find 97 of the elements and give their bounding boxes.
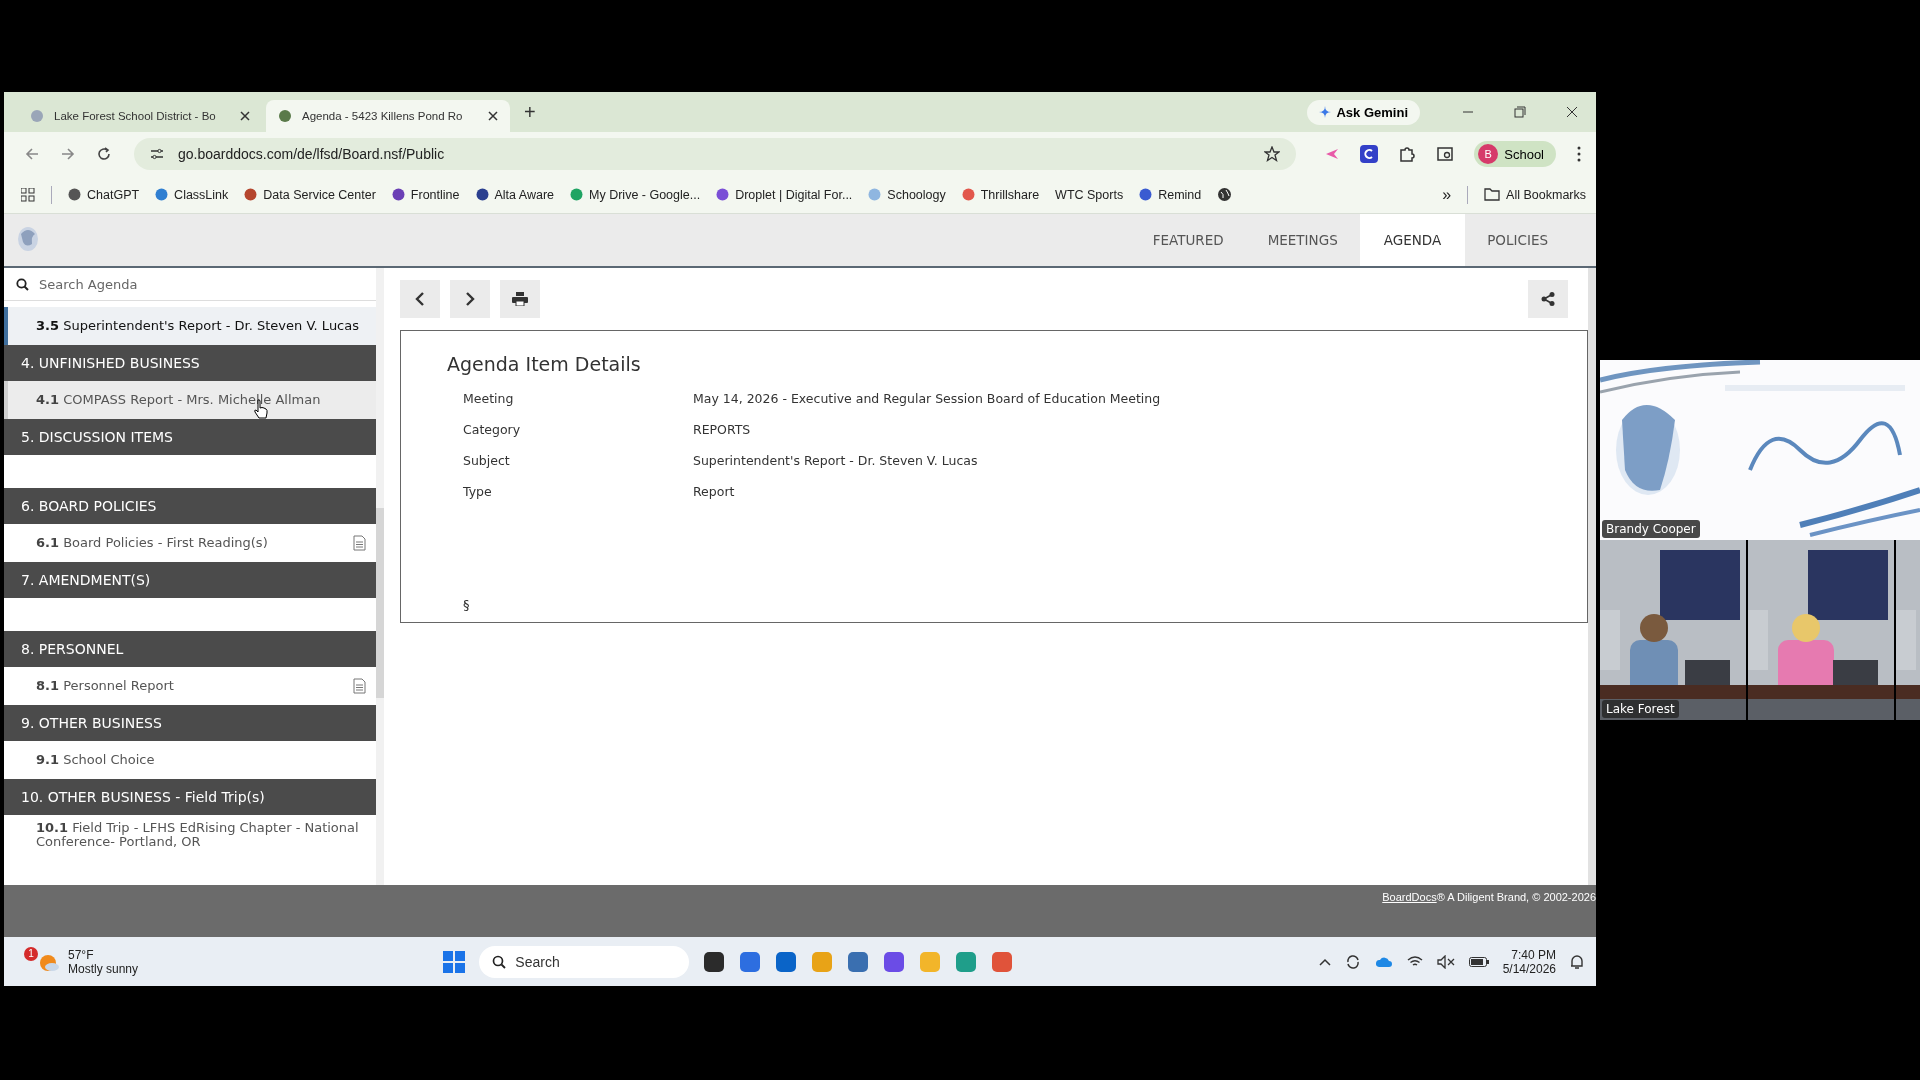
scrollbar[interactable] bbox=[1588, 268, 1596, 885]
nav-tab[interactable]: FEATURED bbox=[1130, 214, 1246, 266]
battery-icon[interactable] bbox=[1468, 956, 1489, 967]
search-icon bbox=[492, 954, 507, 969]
agenda-item[interactable]: 4.1 COMPASS Report - Mrs. Michelle Allman bbox=[4, 381, 376, 419]
more-bookmarks-button[interactable]: » bbox=[1442, 185, 1452, 204]
forward-icon[interactable] bbox=[60, 146, 76, 162]
field-value: Report bbox=[693, 484, 735, 499]
app-icon[interactable] bbox=[703, 950, 726, 973]
start-icon[interactable] bbox=[443, 950, 466, 973]
back-icon[interactable] bbox=[24, 146, 40, 162]
field-label: Type bbox=[463, 484, 493, 499]
globe-icon[interactable] bbox=[1217, 187, 1233, 202]
share-icon bbox=[1541, 292, 1555, 306]
agenda-section-header[interactable]: 9. OTHER BUSINESS bbox=[4, 705, 376, 741]
notification-bell-icon[interactable] bbox=[1570, 953, 1584, 970]
profile-avatar: B bbox=[1478, 144, 1499, 164]
restore-icon[interactable] bbox=[1514, 106, 1526, 118]
temperature-text: 57°F bbox=[68, 947, 95, 962]
bookmark-item[interactable]: WTC Sports bbox=[1055, 187, 1124, 202]
reload-icon[interactable] bbox=[96, 146, 112, 162]
site-settings-icon[interactable] bbox=[150, 147, 164, 161]
field-label: Subject bbox=[463, 453, 511, 468]
wifi-icon[interactable] bbox=[1406, 955, 1423, 968]
side-panel-icon[interactable] bbox=[1436, 145, 1455, 163]
agenda-section-header[interactable]: 6. BOARD POLICIES bbox=[4, 488, 376, 524]
scrollbar-thumb[interactable] bbox=[376, 508, 384, 698]
boarddocs-link[interactable]: BoardDocs bbox=[1382, 891, 1437, 903]
bookmark-item[interactable]: ChatGPT bbox=[68, 187, 140, 202]
apps-grid-icon[interactable] bbox=[21, 187, 35, 202]
browser-tab[interactable]: Lake Forest School District - Bo bbox=[18, 100, 262, 132]
clock-date[interactable]: 5/14/2026 bbox=[1502, 961, 1556, 976]
bookmark-item[interactable]: Remind bbox=[1139, 187, 1202, 202]
close-icon[interactable] bbox=[240, 111, 250, 121]
field-label: Meeting bbox=[463, 391, 515, 406]
site-icon bbox=[30, 109, 44, 123]
notification-badge: 1 bbox=[24, 946, 38, 961]
close-icon[interactable] bbox=[1566, 106, 1578, 118]
all-bookmarks-button[interactable]: All Bookmarks bbox=[1484, 187, 1586, 202]
share-button[interactable] bbox=[1528, 280, 1568, 318]
site-icon bbox=[278, 109, 292, 123]
scrollbar[interactable] bbox=[376, 268, 384, 885]
bookmark-item[interactable]: Alta Aware bbox=[475, 187, 555, 202]
sync-icon[interactable] bbox=[1344, 953, 1361, 970]
bookmark-star-icon[interactable] bbox=[1264, 146, 1281, 162]
agenda-section-header[interactable]: 7. AMENDMENT(S) bbox=[4, 562, 376, 598]
browser-tab[interactable]: Agenda - 5423 Killens Pond Ro bbox=[266, 100, 510, 132]
clock-time[interactable]: 7:40 PM bbox=[1511, 947, 1556, 962]
nav-tab[interactable]: AGENDA bbox=[1359, 214, 1466, 266]
printer-icon bbox=[512, 292, 528, 306]
address-bar[interactable]: go.boarddocs.com/de/lfsd/Board.nsf/Public bbox=[134, 138, 1297, 170]
menu-icon[interactable] bbox=[1576, 146, 1582, 162]
next-button[interactable] bbox=[450, 280, 490, 318]
taskbar-search-field[interactable]: Search bbox=[479, 945, 690, 978]
bookmark-item[interactable]: Schoology bbox=[868, 187, 946, 202]
document-icon[interactable] bbox=[353, 678, 366, 694]
agenda-section-header[interactable]: 4. UNFINISHED BUSINESS bbox=[4, 345, 376, 381]
agenda-section-header[interactable]: 10. OTHER BUSINESS - Field Trip(s) bbox=[4, 779, 376, 815]
speaker-muted-icon[interactable] bbox=[1436, 954, 1455, 969]
close-icon[interactable] bbox=[488, 111, 498, 121]
cloud-icon[interactable] bbox=[1374, 955, 1393, 968]
ask-gemini-button[interactable]: Ask Gemini bbox=[1307, 99, 1420, 125]
field-label: Category bbox=[463, 422, 522, 437]
new-tab-button[interactable]: + bbox=[514, 100, 546, 124]
puzzle-icon[interactable] bbox=[1398, 145, 1417, 163]
previous-button[interactable] bbox=[400, 280, 440, 318]
agenda-item[interactable]: 3.5 Superintendent's Report - Dr. Steven V. Lucas bbox=[4, 307, 376, 345]
profile-button[interactable]: B School bbox=[1474, 141, 1556, 167]
weather-condition-text: Mostly sunny bbox=[68, 961, 139, 976]
document-icon[interactable] bbox=[353, 535, 366, 551]
bookmark-item[interactable]: Droplet | Digital For... bbox=[716, 187, 853, 202]
copyright-text: BoardDocs® A Diligent Brand, © 2002-2026 bbox=[1382, 891, 1596, 903]
details-title: Agenda Item Details bbox=[447, 353, 642, 375]
district-logo-icon bbox=[16, 226, 40, 252]
agenda-section-header[interactable]: 8. PERSONNEL bbox=[4, 631, 376, 667]
bookmark-item[interactable]: Data Service Center bbox=[244, 187, 376, 202]
bookmark-item[interactable]: Thrillshare bbox=[961, 187, 1040, 202]
profile-name: School bbox=[1504, 146, 1544, 162]
print-button[interactable] bbox=[500, 280, 540, 318]
search-icon bbox=[16, 277, 29, 291]
section-mark: § bbox=[462, 597, 471, 612]
folder-icon bbox=[1484, 188, 1501, 201]
bookmark-item[interactable]: Frontline bbox=[391, 187, 460, 202]
bookmark-item[interactable]: My Drive - Google... bbox=[570, 187, 701, 202]
extension-icon[interactable] bbox=[1360, 145, 1379, 163]
nav-tab[interactable]: POLICIES bbox=[1465, 214, 1570, 266]
agenda-section-header[interactable]: 5. DISCUSSION ITEMS bbox=[4, 419, 376, 455]
chevron-up-icon[interactable] bbox=[1318, 957, 1331, 966]
chevron-right-icon bbox=[464, 292, 476, 306]
field-value: REPORTS bbox=[693, 422, 751, 437]
bookmark-item[interactable]: ClassLink bbox=[155, 187, 229, 202]
field-value: May 14, 2026 - Executive and Regular Session Board of Education Meeting bbox=[693, 391, 1161, 406]
search-field[interactable]: Search Agenda bbox=[37, 275, 364, 293]
field-value: Superintendent's Report - Dr. Steven V. Lucas bbox=[693, 453, 978, 468]
participant-name: Lake Forest bbox=[1602, 700, 1679, 718]
nav-tab[interactable]: MEETINGS bbox=[1245, 214, 1360, 266]
chevron-left-icon bbox=[414, 292, 426, 306]
